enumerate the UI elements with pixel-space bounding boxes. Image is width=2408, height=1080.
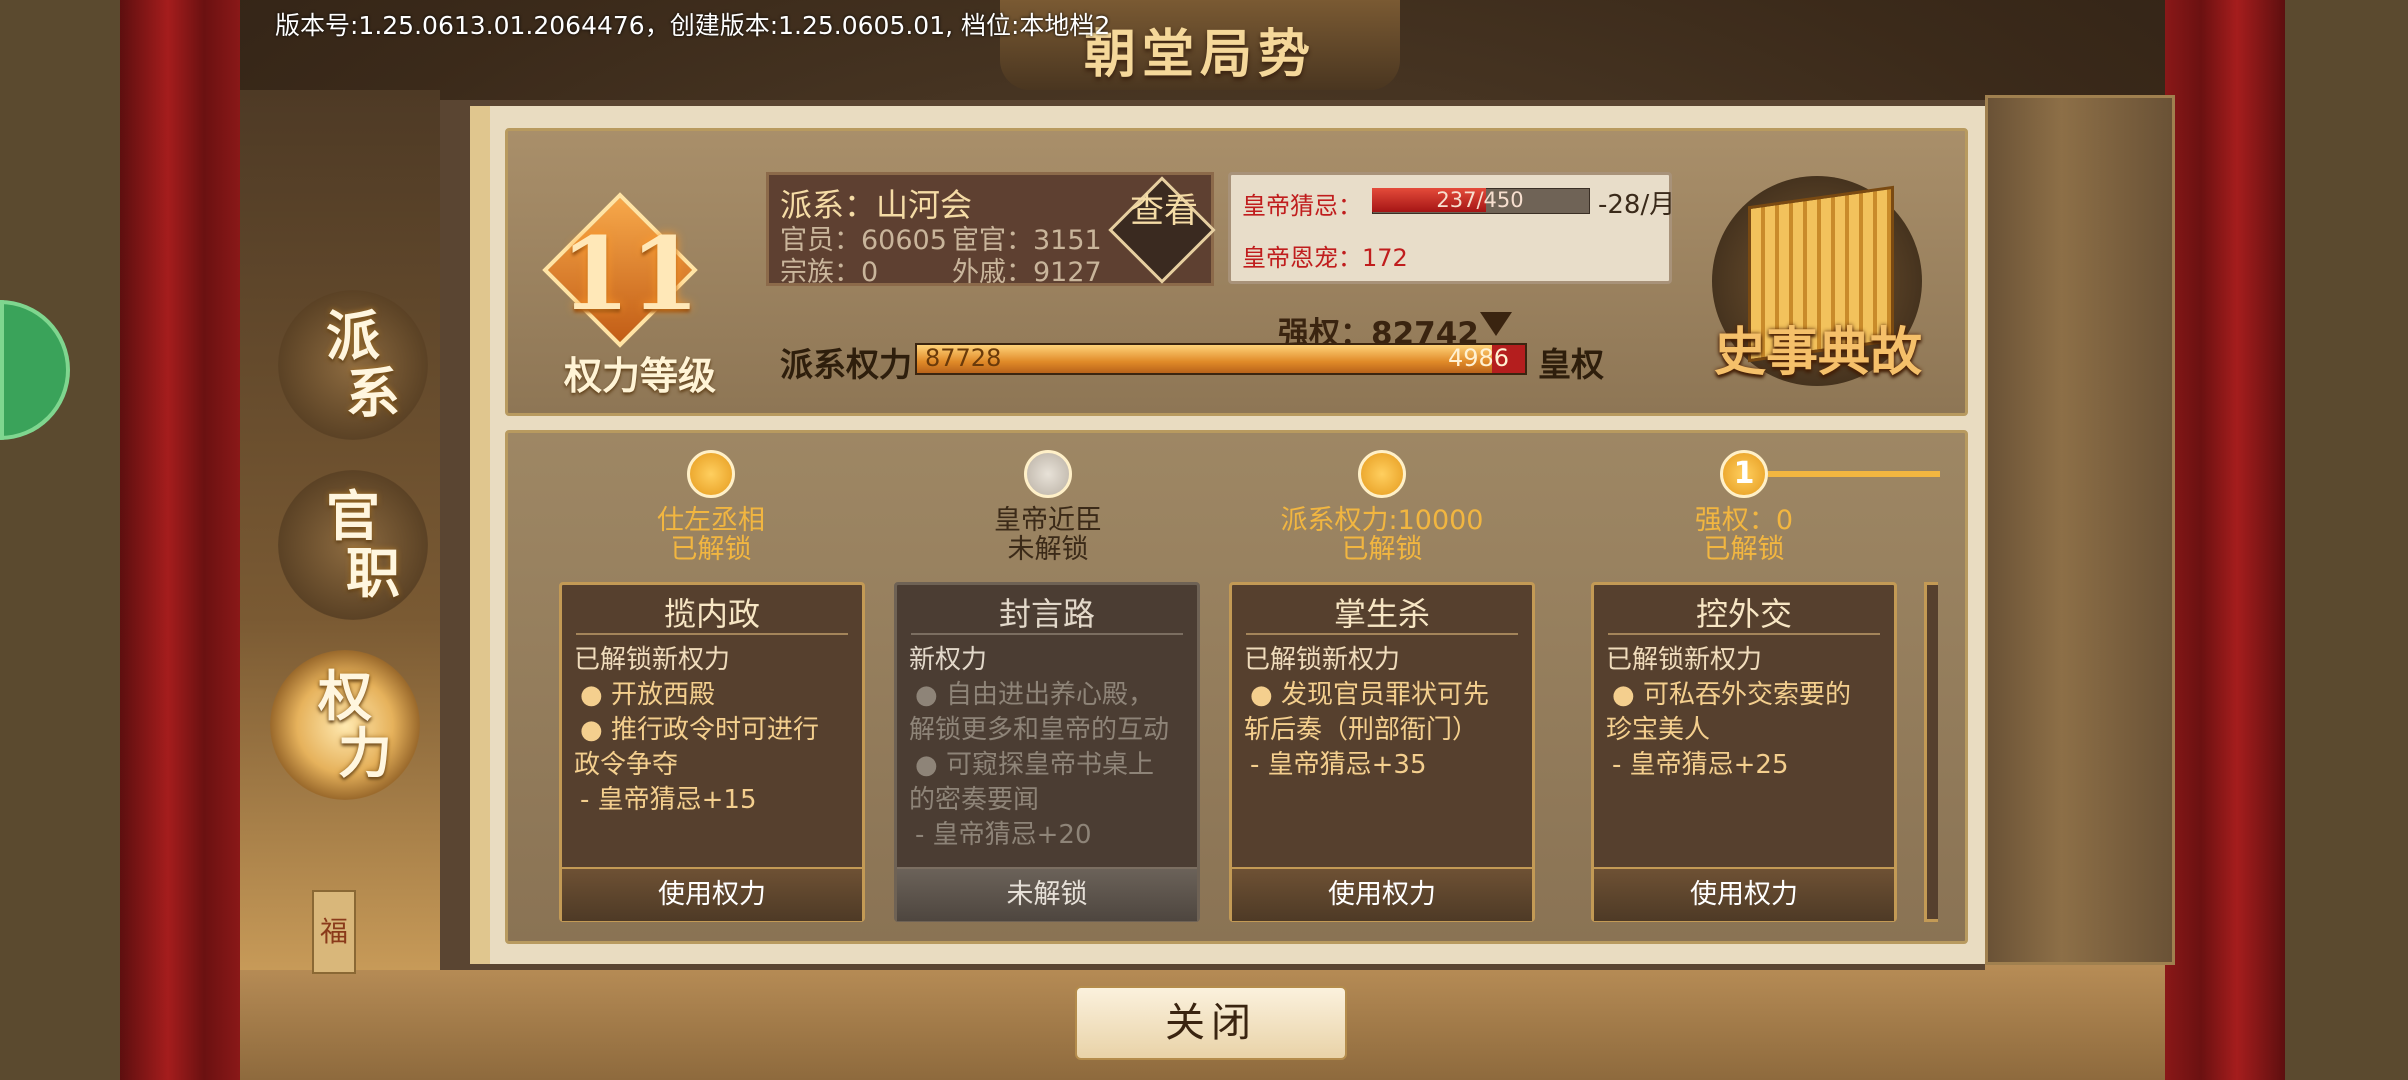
emperor-favor: 皇帝恩宠：172: [1242, 244, 1408, 272]
tier-node-4: 1: [1720, 450, 1768, 498]
tier-1-name: 仕左丞相: [657, 505, 765, 536]
view-button[interactable]: 查看: [1118, 192, 1210, 230]
card-body: 新权力 ● 自由进出养心殿， 解锁更多和皇帝的互动 ● 可窥探皇帝书桌上 的密奏…: [909, 643, 1195, 853]
tier-node-1: [687, 450, 735, 498]
right-wall: [2285, 0, 2408, 1080]
nav-power-char2: 力: [338, 721, 392, 785]
card-line: ● 可窥探皇帝书桌上: [915, 750, 1154, 780]
nav-office[interactable]: 官职: [278, 470, 428, 620]
faction-power-fill: [917, 345, 1493, 373]
card-line: 政令争夺: [574, 750, 679, 780]
faction-power-value: 87728: [925, 344, 1002, 372]
tier-4-name: 强权：0: [1694, 505, 1794, 536]
card-divider: [576, 633, 848, 635]
card-line: - 皇帝猜忌+15: [580, 785, 757, 815]
next-card-peek: [1924, 582, 1938, 922]
nav-faction[interactable]: 派系: [278, 290, 428, 440]
left-curtain: [120, 0, 240, 1080]
card-body: 已解锁新权力 ● 发现官员罪状可先 斩后奏（刑部衙门） - 皇帝猜忌+35: [1244, 643, 1530, 783]
version-text: 版本号:1.25.0613.01.2064476，创建版本:1.25.0605.…: [275, 11, 1111, 40]
tier-3-name: 派系权力:10000: [1280, 505, 1484, 536]
right-screen-panel: [1985, 95, 2175, 965]
card-line: 的密奏要闻: [909, 785, 1040, 815]
tier-4-status: 已解锁: [1703, 534, 1785, 565]
nav-faction-char1: 派: [326, 304, 380, 369]
card-line: - 皇帝猜忌+20: [915, 820, 1092, 850]
power-card: 揽内政 已解锁新权力 ● 开放西殿 ● 推行政令时可进行 政令争夺 - 皇帝猜忌…: [559, 582, 865, 922]
chevron-down-icon: [1480, 312, 1512, 336]
imperial-power-value: 4986: [1448, 344, 1510, 372]
card-line: 斩后奏（刑部衙门）: [1244, 715, 1479, 745]
nav-office-char2: 职: [346, 541, 400, 605]
faction-consort-kin: 外戚：9127: [952, 257, 1102, 288]
faction-clan: 宗族：0: [780, 257, 879, 288]
power-level-value: 11: [560, 215, 700, 333]
card-line: ● 自由进出养心殿，: [915, 680, 1154, 710]
nav-faction-char2: 系: [346, 361, 400, 425]
tier-connector: [1768, 471, 1940, 477]
power-card: 封言路 新权力 ● 自由进出养心殿， 解锁更多和皇帝的互动 ● 可窥探皇帝书桌上…: [894, 582, 1200, 922]
imperial-power-label: 皇权: [1538, 345, 1604, 384]
suspicion-label: 皇帝猜忌：: [1242, 192, 1362, 220]
history-label[interactable]: 史事典故: [1688, 310, 1948, 385]
card-line: 珍宝美人: [1606, 715, 1711, 745]
card-body: 已解锁新权力 ● 可私吞外交索要的 珍宝美人 - 皇帝猜忌+25: [1606, 643, 1892, 783]
tier-2-name: 皇帝近臣: [994, 505, 1102, 536]
card-head: 已解锁新权力: [574, 645, 731, 675]
nav-power-char1: 权: [318, 664, 372, 729]
power-level-label: 权力等级: [563, 353, 716, 398]
suspicion-value: 237/450: [1436, 188, 1524, 212]
tier-1-status: 已解锁: [670, 534, 752, 565]
use-power-button[interactable]: 使用权力: [1232, 867, 1532, 921]
card-body: 已解锁新权力 ● 开放西殿 ● 推行政令时可进行 政令争夺 - 皇帝猜忌+15: [574, 643, 860, 818]
power-card: 控外交 已解锁新权力 ● 可私吞外交索要的 珍宝美人 - 皇帝猜忌+25 使用权…: [1591, 582, 1897, 922]
faction-power-label: 派系权力: [780, 345, 912, 384]
tier-2-status: 未解锁: [1007, 534, 1089, 565]
card-divider: [1246, 633, 1518, 635]
card-line: ● 推行政令时可进行: [580, 715, 819, 745]
power-card: 掌生杀 已解锁新权力 ● 发现官员罪状可先 斩后奏（刑部衙门） - 皇帝猜忌+3…: [1229, 582, 1535, 922]
card-head: 已解锁新权力: [1244, 645, 1401, 675]
left-wall: [0, 0, 120, 1080]
card-line: ● 开放西殿: [580, 680, 715, 710]
card-title: 封言路: [998, 595, 1095, 633]
card-line: - 皇帝猜忌+25: [1612, 750, 1789, 780]
tier-node-2: [1024, 450, 1072, 498]
locked-button[interactable]: 未解锁: [897, 867, 1197, 921]
tier-node-3: [1358, 450, 1406, 498]
card-title: 掌生杀: [1333, 595, 1430, 633]
card-divider: [1608, 633, 1880, 635]
nav-office-char1: 官: [326, 484, 380, 549]
card-line: ● 发现官员罪状可先: [1250, 680, 1489, 710]
nav-power[interactable]: 权力: [270, 650, 420, 800]
card-title: 控外交: [1695, 595, 1792, 633]
card-line: ● 可私吞外交索要的: [1612, 680, 1851, 710]
right-curtain: [2165, 0, 2285, 1080]
panel-strip: [470, 106, 490, 964]
card-head: 已解锁新权力: [1606, 645, 1763, 675]
suspicion-rate: -28/月: [1598, 190, 1676, 220]
use-power-button[interactable]: 使用权力: [562, 867, 862, 921]
fu-charm: 福: [312, 890, 356, 974]
card-line: 解锁更多和皇帝的互动: [909, 715, 1170, 745]
card-line: - 皇帝猜忌+35: [1250, 750, 1427, 780]
use-power-button[interactable]: 使用权力: [1594, 867, 1894, 921]
close-button[interactable]: 关闭: [1075, 986, 1347, 1060]
tier-3-status: 已解锁: [1341, 534, 1423, 565]
card-divider: [911, 633, 1183, 635]
card-head: 新权力: [909, 645, 988, 675]
card-title: 揽内政: [663, 595, 760, 633]
